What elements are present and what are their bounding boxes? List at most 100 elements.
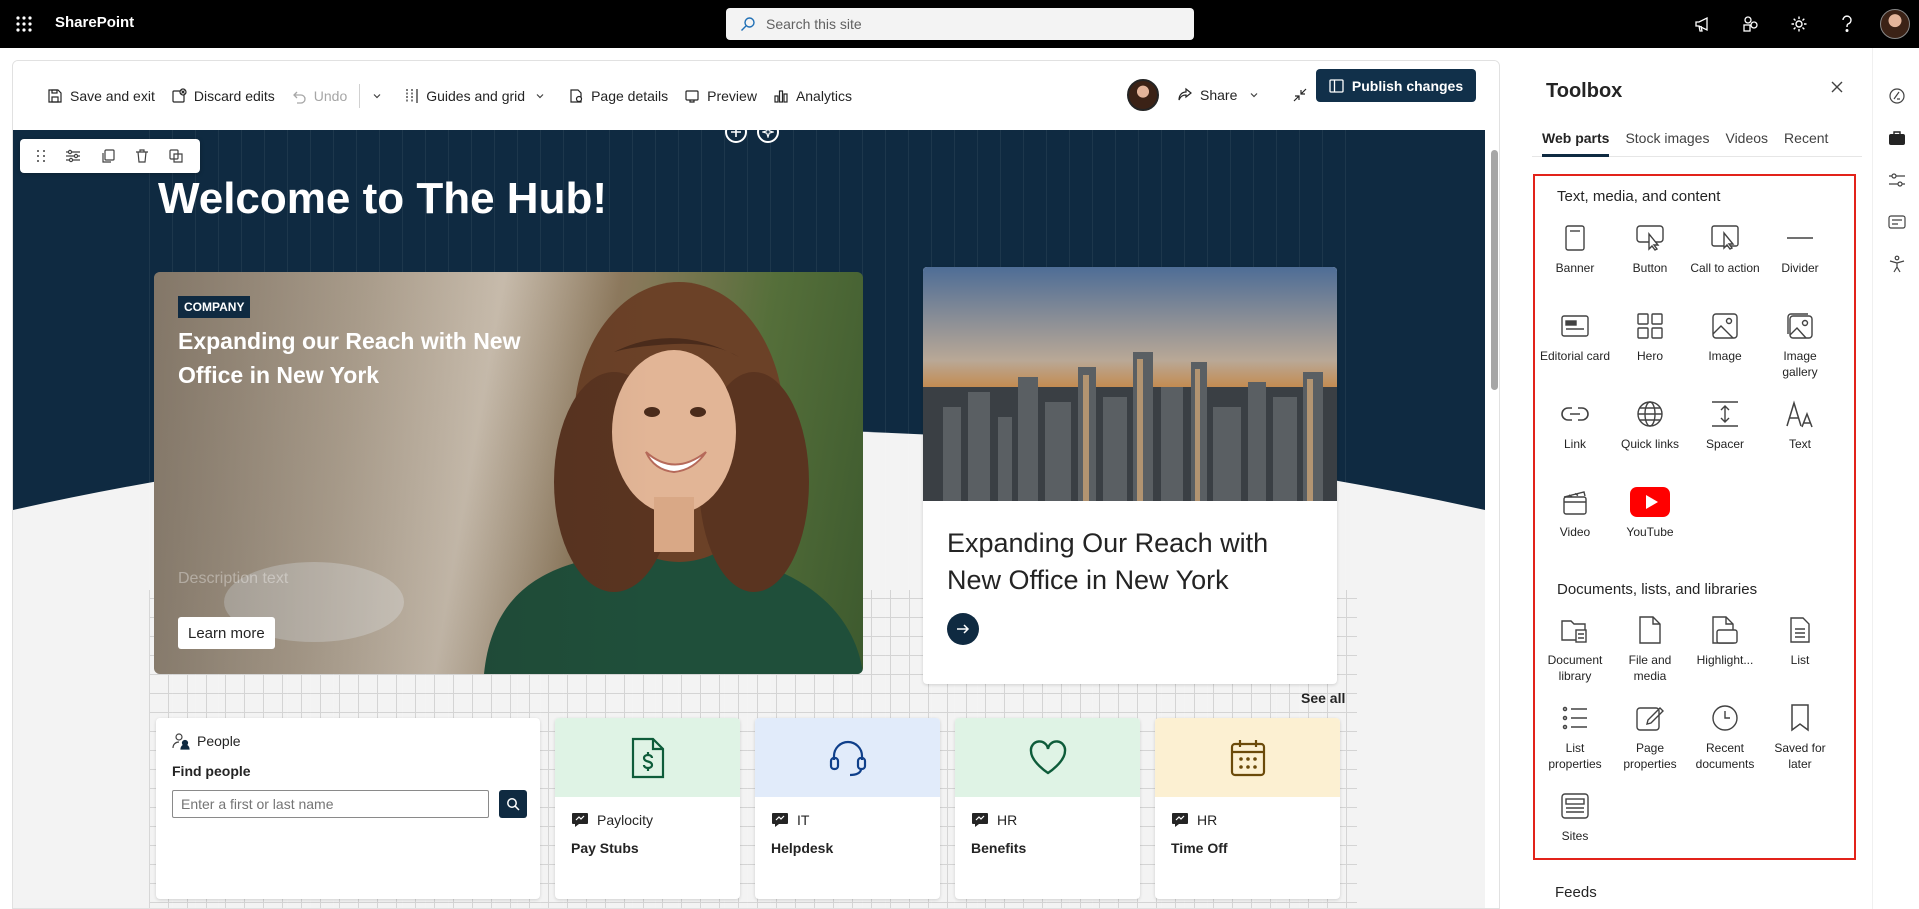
- see-all-link[interactable]: See all: [1301, 690, 1345, 706]
- tile-category: HR: [971, 812, 1017, 828]
- preview-button[interactable]: Preview: [676, 80, 765, 112]
- find-people-label: Find people: [172, 763, 251, 779]
- share-button[interactable]: Share: [1169, 79, 1274, 111]
- globe-icon: [1614, 396, 1686, 432]
- webpart-recent-documents[interactable]: Recent documents: [1689, 700, 1761, 772]
- accessibility-icon[interactable]: [1885, 252, 1909, 276]
- copilot-icon[interactable]: [1885, 84, 1909, 108]
- tile-title: Time Off: [1171, 840, 1228, 856]
- hero-main-card[interactable]: COMPANY Expanding our Reach with New Off…: [154, 272, 863, 674]
- hero-main-title[interactable]: Expanding our Reach with New Office in N…: [178, 324, 538, 392]
- app-launcher-icon[interactable]: [12, 12, 36, 36]
- analytics-icon: [773, 88, 796, 104]
- tab-recent[interactable]: Recent: [1784, 130, 1828, 157]
- design-card-icon[interactable]: [1885, 210, 1909, 234]
- tile-title: Benefits: [971, 840, 1027, 856]
- preview-label: Preview: [707, 87, 757, 104]
- tab-stock-images[interactable]: Stock images: [1625, 130, 1709, 157]
- search-input[interactable]: Search this site: [726, 8, 1194, 40]
- webpart-youtube[interactable]: YouTube: [1614, 484, 1686, 540]
- share-icon: [1177, 87, 1200, 103]
- webpart-quick-links[interactable]: Quick links: [1614, 396, 1686, 452]
- help-icon[interactable]: [1823, 0, 1871, 48]
- webpart-image[interactable]: Image: [1689, 308, 1761, 364]
- tile-icon-area: [755, 718, 940, 797]
- undo-button[interactable]: Undo: [283, 80, 355, 112]
- quick-link-tile[interactable]: HR Benefits: [955, 718, 1140, 899]
- user-avatar[interactable]: [1871, 0, 1919, 48]
- drag-handle-icon[interactable]: [36, 149, 46, 163]
- tab-videos[interactable]: Videos: [1725, 130, 1768, 157]
- comment-icon: [1171, 812, 1197, 828]
- save-and-exit-button[interactable]: Save and exit: [39, 80, 163, 112]
- spacer-icon: [1689, 396, 1761, 432]
- webpart-video[interactable]: Video: [1539, 484, 1611, 540]
- people-search-button[interactable]: [499, 790, 527, 818]
- discard-icon: [171, 87, 194, 104]
- webpart-hero[interactable]: Hero: [1614, 308, 1686, 364]
- webpart-divider[interactable]: Divider: [1764, 220, 1836, 276]
- learn-more-button[interactable]: Learn more: [178, 617, 275, 649]
- tab-web-parts[interactable]: Web parts: [1542, 130, 1610, 157]
- webpart-sites[interactable]: Sites: [1539, 788, 1611, 844]
- quick-link-tile[interactable]: IT Helpdesk: [755, 718, 940, 899]
- toolbox-briefcase-icon[interactable]: [1885, 126, 1909, 150]
- page-editor: Save and exit Discard edits Undo Guides …: [12, 60, 1500, 909]
- app-name[interactable]: SharePoint: [55, 14, 134, 31]
- sites-icon: [1539, 788, 1611, 824]
- undo-dropdown[interactable]: [364, 80, 397, 112]
- webpart-image-gallery[interactable]: Image gallery: [1764, 308, 1836, 380]
- file-icon: [1614, 612, 1686, 648]
- clock-icon: [1689, 700, 1761, 736]
- arrow-right-icon[interactable]: [947, 613, 979, 645]
- scrollbar-thumb[interactable]: [1491, 150, 1498, 390]
- move-section-icon[interactable]: [168, 148, 184, 164]
- hero-description[interactable]: Description text: [178, 570, 288, 588]
- section-heading: Feeds: [1555, 884, 1597, 901]
- webpart-link[interactable]: Link: [1539, 396, 1611, 452]
- delete-icon[interactable]: [135, 148, 149, 164]
- webpart-text[interactable]: Text: [1764, 396, 1836, 452]
- link-icon: [1539, 396, 1611, 432]
- edit-properties-icon[interactable]: [65, 149, 81, 163]
- webpart-highlighted-content[interactable]: Highlight...: [1689, 612, 1761, 668]
- text-icon: [1764, 396, 1836, 432]
- close-icon[interactable]: [1830, 80, 1844, 94]
- megaphone-icon[interactable]: [1679, 0, 1727, 48]
- guides-and-grid-button[interactable]: Guides and grid: [397, 80, 560, 112]
- webpart-list[interactable]: List: [1764, 612, 1836, 668]
- webpart-file-and-media[interactable]: File and media: [1614, 612, 1686, 684]
- duplicate-icon[interactable]: [100, 148, 116, 164]
- editor-avatar[interactable]: [1127, 79, 1159, 111]
- webpart-saved-for-later[interactable]: Saved for later: [1764, 700, 1836, 772]
- canvas-scrollbar[interactable]: [1487, 130, 1499, 908]
- webpart-page-properties[interactable]: Page properties: [1614, 700, 1686, 772]
- hero-side-title[interactable]: Expanding Our Reach with New Office in N…: [947, 525, 1317, 599]
- webpart-spacer[interactable]: Spacer: [1689, 396, 1761, 452]
- webpart-label: Video: [1559, 525, 1591, 539]
- toolbox-tabs: Web parts Stock images Videos Recent: [1542, 130, 1844, 157]
- page-details-button[interactable]: Page details: [560, 80, 676, 112]
- webpart-document-library[interactable]: Document library: [1539, 612, 1611, 684]
- webpart-banner[interactable]: Banner: [1539, 220, 1611, 276]
- people-search-input[interactable]: [172, 790, 489, 818]
- hero-section[interactable]: Welcome to The Hub! COMPANY Expanding ou…: [13, 130, 1485, 908]
- quick-link-tile[interactable]: Paylocity Pay Stubs: [555, 718, 740, 899]
- webpart-button[interactable]: Button: [1614, 220, 1686, 276]
- discard-edits-button[interactable]: Discard edits: [163, 80, 283, 112]
- publish-changes-button[interactable]: Publish changes: [1316, 69, 1476, 102]
- settings-gear-icon[interactable]: [1775, 0, 1823, 48]
- collapse-icon: [1292, 87, 1315, 103]
- headset-icon: [828, 738, 868, 778]
- webpart-call-to-action[interactable]: Call to action: [1689, 220, 1761, 276]
- webpart-editorial-card[interactable]: Editorial card: [1539, 308, 1611, 364]
- properties-sliders-icon[interactable]: [1885, 168, 1909, 192]
- analytics-button[interactable]: Analytics: [765, 80, 860, 112]
- highlighted-content-icon: [1689, 612, 1761, 648]
- quick-link-tile[interactable]: HR Time Off: [1155, 718, 1340, 899]
- bookmark-icon: [1764, 700, 1836, 736]
- sharepoint-app-icon[interactable]: [1727, 0, 1775, 48]
- webpart-list-properties[interactable]: List properties: [1539, 700, 1611, 772]
- page-title[interactable]: Welcome to The Hub!: [158, 174, 607, 224]
- hero-side-card[interactable]: Expanding Our Reach with New Office in N…: [923, 267, 1337, 684]
